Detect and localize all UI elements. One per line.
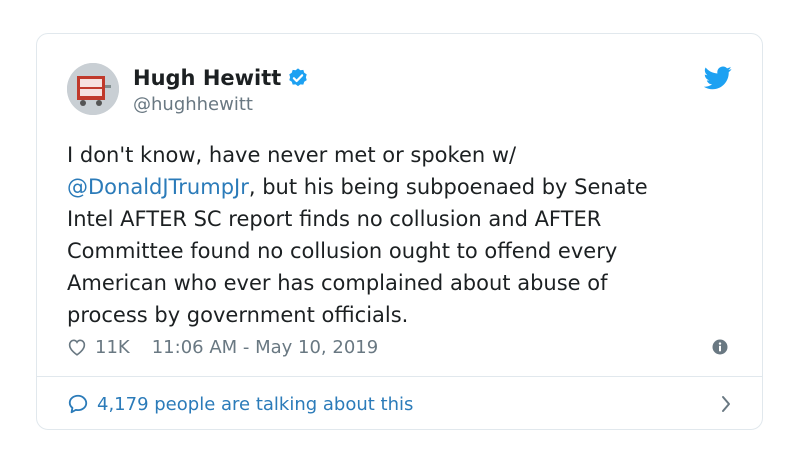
conversation-count[interactable]: 4,179 people are talking about this [97,394,413,415]
tweet-text: I don't know, have never met or spoken w… [67,139,737,331]
divider [37,376,762,377]
tweet-line: American who ever has complained about a… [67,271,608,295]
verified-badge-icon [289,68,308,87]
tweet-line-rest: , but his being subpoenaed by Senate [248,175,648,199]
heart-icon[interactable] [67,338,87,356]
info-icon[interactable] [712,339,728,355]
tweet-meta: 11K 11:06 AM - May 10, 2019 [67,334,378,360]
author-name[interactable]: Hugh Hewitt [133,66,281,90]
like-count[interactable]: 11K [95,337,130,358]
avatar-image [67,63,119,115]
avatar[interactable] [67,63,119,115]
twitter-bird-icon[interactable] [704,66,732,90]
mention-link[interactable]: @DonaldJTrumpJr [67,175,249,199]
tweet-card: Hugh Hewitt @hughhewitt I don't know, ha… [36,33,763,430]
conversation-link[interactable]: 4,179 people are talking about this [67,390,732,418]
tweet-line: @DonaldJTrumpJr, but his being subpoenae… [67,171,737,203]
author-handle[interactable]: @hughhewitt [133,94,253,115]
timestamp[interactable]: 11:06 AM - May 10, 2019 [152,337,378,358]
tweet-line: Intel AFTER SC report finds no collusion… [67,207,602,231]
speech-bubble-icon [68,394,88,414]
author-name-row[interactable]: Hugh Hewitt [133,66,309,90]
tweet-line: I don't know, have never met or spoken w… [67,143,517,167]
tweet-line: process by government officials. [67,303,409,327]
chevron-right-icon[interactable] [720,394,732,414]
tweet-line: Committee found no collusion ought to of… [67,239,618,263]
